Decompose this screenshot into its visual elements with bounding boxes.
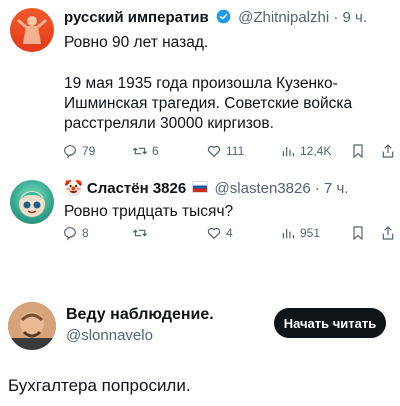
follow-name[interactable]: Веду наблюдение. [66,306,214,324]
views-icon [282,147,294,157]
bookmark-button[interactable] [350,225,366,241]
timestamp[interactable]: · 9 ч. [333,9,367,26]
tweet-header: русский императив @Zhitnipalzhi · 9 ч. [64,9,367,26]
tweet-text-line: расстреляли 30000 киргизов. [64,115,274,132]
views-icon [282,229,294,239]
reply-count: 79 [82,144,96,158]
tweet-actions: 8 4 951 [60,225,395,245]
reply-button[interactable]: 8 [62,225,89,241]
author-name[interactable]: Сластён 3826 [87,180,186,197]
bookmark-icon [353,144,363,159]
views-count: 12,4K [300,144,332,158]
like-button[interactable]: 4 [206,225,233,241]
share-button[interactable] [380,225,396,241]
retweet-count: 6 [152,144,159,158]
avatar[interactable] [10,180,54,224]
tweet-actions: 79 6 111 12,4K [60,143,395,163]
like-count: 111 [226,144,245,158]
views-button[interactable]: 951 [280,225,320,241]
share-icon [382,144,394,158]
avatar[interactable] [8,302,56,350]
verified-badge-icon [216,9,231,24]
like-icon [207,145,221,158]
timestamp[interactable]: · 7 ч. [315,180,349,197]
retweet-icon [132,147,148,155]
author-name[interactable]: русский императив [64,9,209,26]
reply-button[interactable]: 79 [62,143,95,159]
retweet-button[interactable]: 6 [132,143,159,159]
tweet-1[interactable]: русский императив @Zhitnipalzhi · 9 ч. Р… [0,0,400,170]
views-button[interactable]: 12,4K [280,143,331,159]
author-handle[interactable]: @Zhitnipalzhi [238,9,329,26]
retweet-icon [132,229,148,237]
caption-text: Бухгалтера попросили. [8,376,191,395]
tweet-text-line: Ишминская трагедия. Советские войска [64,95,353,112]
tweet-header: 🤡 Сластён 3826 @slasten3826 · 7 ч. [64,179,349,197]
russia-flag [192,181,209,193]
tweet-text-line: 19 мая 1935 года произошла Кузенко- [64,75,338,92]
reply-icon [64,227,76,241]
like-icon [207,227,221,240]
reply-count: 8 [82,226,89,240]
clown-emoji: 🤡 [64,180,83,197]
author-handle[interactable]: @slasten3826 [215,180,311,197]
follow-button[interactable]: Начать читать [274,308,386,338]
reply-icon [64,145,76,159]
retweet-button[interactable] [132,225,148,241]
share-button[interactable] [380,143,396,159]
bookmark-button[interactable] [350,143,366,159]
tweet-text-line: Ровно 90 лет назад. [64,34,209,51]
tweet-text: Ровно тридцать тысяч? [64,203,234,220]
share-icon [382,226,394,240]
views-count: 951 [300,226,321,240]
like-count: 4 [226,226,233,240]
avatar[interactable] [10,8,54,52]
follow-handle[interactable]: @slonnavelo [66,327,153,344]
like-button[interactable]: 111 [206,143,244,159]
bookmark-icon [353,226,363,241]
follow-card: Веду наблюдение. @slonnavelo Начать чита… [0,292,400,362]
